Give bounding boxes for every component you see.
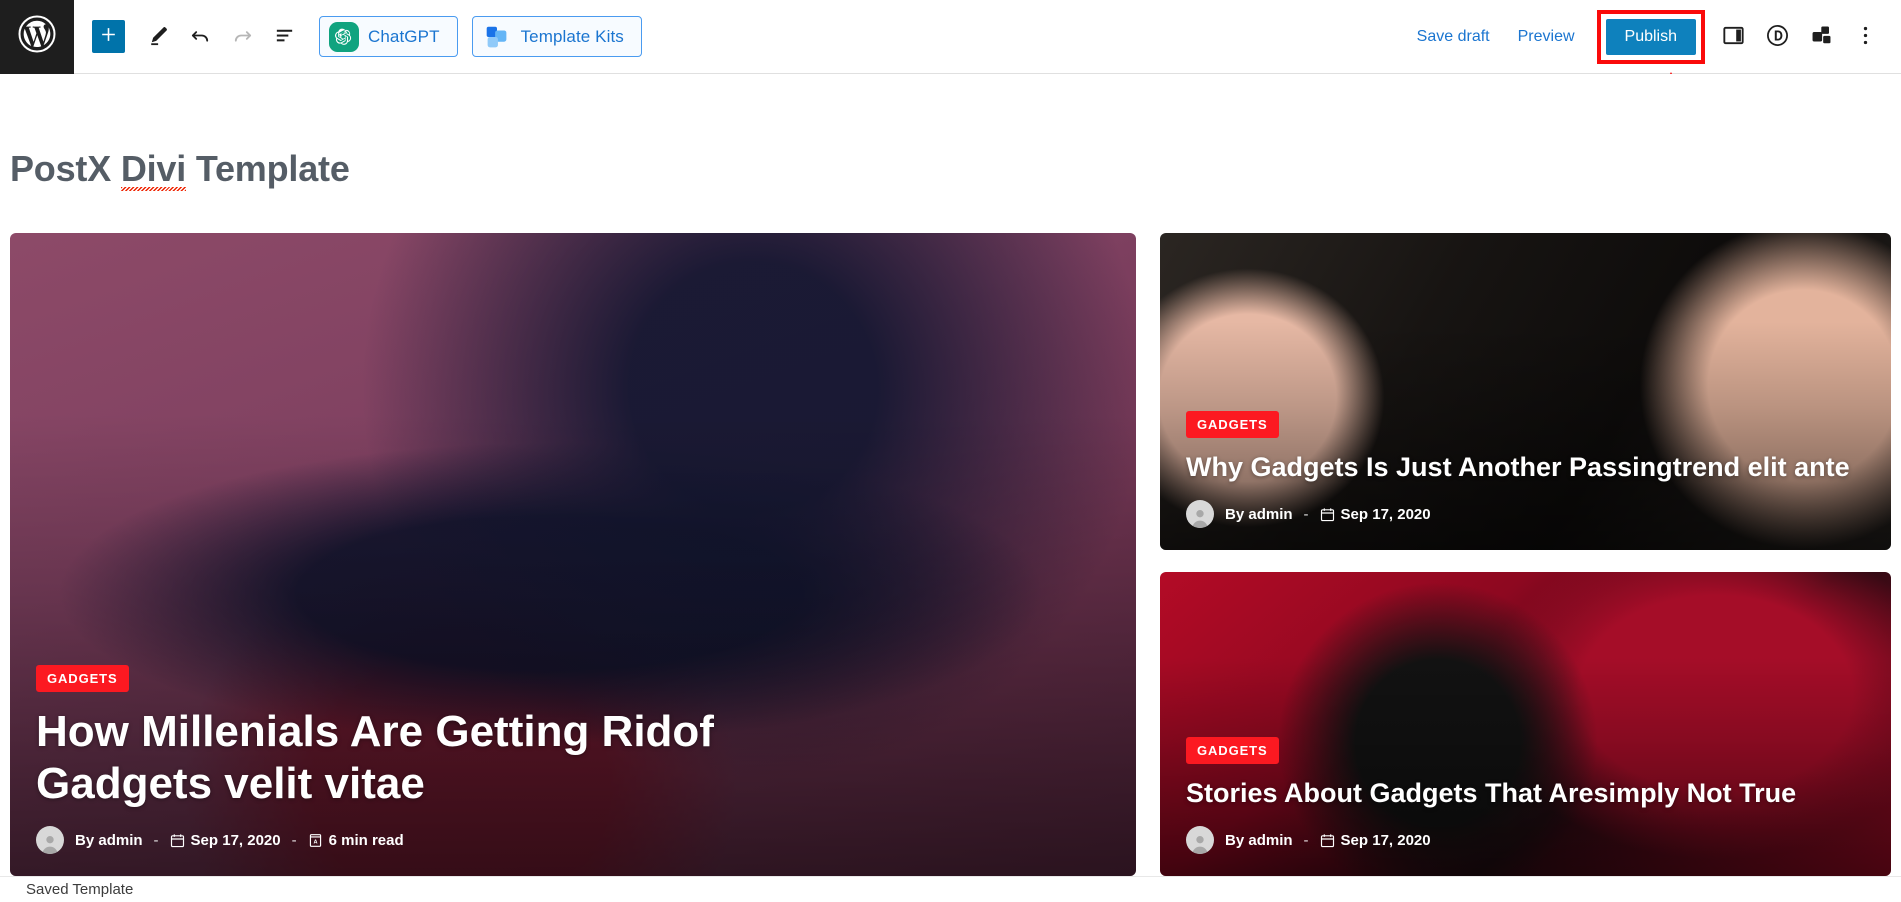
author-avatar (36, 826, 64, 854)
postx-grid-block[interactable]: GADGETS How Millenials Are Getting Ridof… (10, 233, 1891, 876)
post-meta: By admin - Sep 17, 2020 - A 6 min read (36, 826, 1110, 854)
editor-bar-right-group: Save draft Preview Publish (1403, 9, 1901, 64)
publish-button-highlight: Publish (1596, 9, 1705, 64)
meta-separator-2: - (291, 831, 297, 849)
calendar-icon (170, 833, 185, 848)
meta-separator: - (1303, 505, 1309, 523)
meta-separator: - (153, 831, 159, 849)
featured-post-column: GADGETS How Millenials Are Getting Ridof… (10, 233, 1136, 876)
category-badge[interactable]: GADGETS (1186, 737, 1279, 765)
sidebar-post-card-1[interactable]: GADGETS Why Gadgets Is Just Another Pass… (1160, 233, 1891, 550)
post-date: Sep 17, 2020 (1340, 831, 1431, 849)
save-draft-button[interactable]: Save draft (1403, 20, 1504, 54)
sidebar-panel-icon (1721, 23, 1746, 51)
author-prefix: By (1225, 505, 1245, 523)
chatgpt-button[interactable]: ChatGPT (319, 16, 458, 57)
preview-button[interactable]: Preview (1504, 20, 1589, 54)
template-kits-icon (482, 22, 512, 52)
editor-canvas: PostX Divi Template GADGETS How Millenia… (0, 74, 1901, 876)
author-name[interactable]: admin (1248, 506, 1292, 523)
plus-icon (99, 25, 118, 49)
featured-post-card[interactable]: GADGETS How Millenials Are Getting Ridof… (10, 233, 1136, 876)
editor-tools-group: ChatGPT Template Kits (74, 16, 642, 58)
sidebar-post-card-2[interactable]: GADGETS Stories About Gadgets That Aresi… (1160, 572, 1891, 876)
add-block-button[interactable] (92, 20, 125, 53)
undo-arrow-icon (189, 24, 212, 50)
post-read-time: 6 min read (328, 831, 404, 849)
post-meta: By admin - Sep 17, 2020 (1186, 826, 1865, 854)
svg-text:A: A (313, 839, 317, 845)
post-date: Sep 17, 2020 (190, 831, 281, 849)
settings-sidebar-toggle[interactable] (1711, 15, 1755, 59)
author-avatar (1186, 826, 1214, 854)
page-title-suffix: Template (186, 148, 350, 189)
post-meta: By admin - Sep 17, 2020 (1186, 500, 1865, 528)
publish-button[interactable]: Publish (1605, 18, 1696, 55)
pencil-icon (147, 24, 170, 50)
redo-arrow-icon (231, 24, 254, 50)
calendar-icon (1320, 507, 1335, 522)
sidebar-posts-column: GADGETS Why Gadgets Is Just Another Pass… (1160, 233, 1891, 876)
page-title[interactable]: PostX Divi Template (10, 148, 350, 190)
meta-separator: - (1303, 831, 1309, 849)
author-name[interactable]: admin (98, 832, 142, 849)
author-avatar (1186, 500, 1214, 528)
blocks-stack-icon (1809, 23, 1834, 51)
author-prefix: By (1225, 831, 1245, 849)
author-prefix: By (75, 831, 95, 849)
status-message: Saved Template (26, 881, 134, 898)
template-kits-button[interactable]: Template Kits (471, 16, 642, 57)
page-title-prefix: PostX (10, 148, 121, 189)
status-bar: Saved Template (0, 876, 1901, 902)
post-title[interactable]: Why Gadgets Is Just Another Passingtrend… (1186, 452, 1865, 484)
options-menu-button[interactable] (1843, 15, 1887, 59)
three-dots-vertical-icon (1853, 23, 1878, 51)
calendar-icon (1320, 833, 1335, 848)
list-view-icon (273, 24, 296, 50)
divi-d-logo-icon (1765, 23, 1790, 51)
divi-button[interactable] (1755, 15, 1799, 59)
read-time-icon: A (308, 833, 323, 848)
redo-button[interactable] (221, 16, 263, 58)
post-title[interactable]: How Millenials Are Getting Ridof Gadgets… (36, 706, 896, 810)
author-name[interactable]: admin (1248, 832, 1292, 849)
editor-top-bar: ChatGPT Template Kits Save draft Preview… (0, 0, 1901, 74)
wordpress-logo-icon (17, 14, 57, 59)
wordpress-logo-button[interactable] (0, 0, 74, 74)
template-kits-library-button[interactable] (1799, 15, 1843, 59)
post-date: Sep 17, 2020 (1340, 505, 1431, 523)
list-view-button[interactable] (263, 16, 305, 58)
tools-button[interactable] (137, 16, 179, 58)
chatgpt-icon (329, 21, 359, 52)
category-badge[interactable]: GADGETS (36, 665, 129, 693)
page-title-misspelled-word: Divi (120, 148, 187, 189)
chatgpt-button-label: ChatGPT (368, 26, 440, 46)
undo-button[interactable] (179, 16, 221, 58)
template-kits-button-label: Template Kits (520, 26, 624, 46)
post-title[interactable]: Stories About Gadgets That Aresimply Not… (1186, 778, 1865, 810)
category-badge[interactable]: GADGETS (1186, 411, 1279, 439)
